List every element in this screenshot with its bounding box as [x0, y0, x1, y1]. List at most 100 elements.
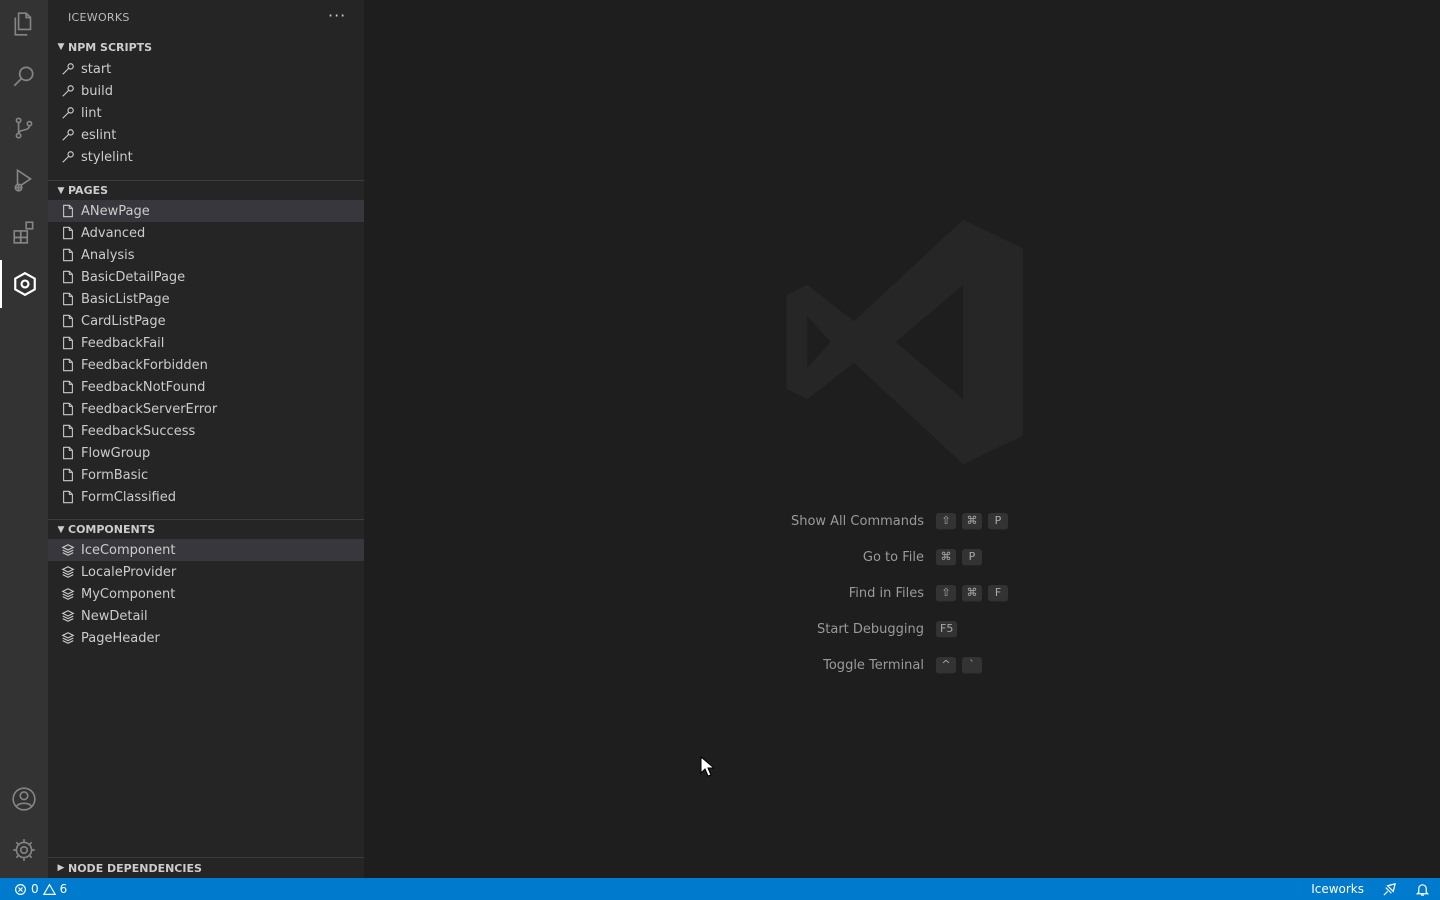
layers-icon [60, 564, 76, 580]
page-item-label: Advanced [81, 225, 146, 241]
wrench-icon [60, 83, 76, 99]
component-item[interactable]: LocaleProvider [48, 561, 364, 583]
shortcut-hint-label: Find in Files [848, 585, 924, 601]
npm-script-item-label: start [81, 61, 112, 77]
feedback-icon[interactable] [1382, 882, 1397, 897]
file-icon [60, 445, 76, 461]
error-count: 0 [31, 882, 39, 896]
mouse-pointer-icon [700, 756, 714, 777]
iceworks-icon[interactable] [0, 260, 48, 308]
page-item[interactable]: FeedbackFail [48, 332, 364, 354]
component-item-label: NewDetail [81, 608, 148, 624]
section-node-dependencies-header[interactable]: ▶ NODE DEPENDENCIES [48, 857, 364, 878]
page-overflow-row [48, 510, 364, 516]
page-item-label: FeedbackSuccess [81, 423, 196, 439]
section-npm-scripts-header[interactable]: ▼ NPM SCRIPTS [48, 37, 364, 57]
npm-script-item[interactable]: build [48, 80, 364, 102]
status-bar: 0 6 Iceworks [0, 878, 1440, 900]
section-pages-label: PAGES [68, 184, 109, 197]
page-item[interactable]: Analysis [48, 244, 364, 266]
file-icon [60, 401, 76, 417]
npm-script-item[interactable]: stylelint [48, 146, 364, 168]
component-item[interactable]: MyComponent [48, 583, 364, 605]
chevron-down-icon: ▼ [57, 185, 65, 196]
component-item[interactable]: NewDetail [48, 605, 364, 627]
layers-icon [60, 586, 76, 602]
account-icon[interactable] [0, 775, 48, 823]
page-item[interactable]: FeedbackNotFound [48, 376, 364, 398]
page-item[interactable]: ANewPage [48, 200, 364, 222]
page-item[interactable]: BasicListPage [48, 288, 364, 310]
vscode-watermark-logo-icon [786, 219, 1023, 465]
page-item[interactable]: Advanced [48, 222, 364, 244]
component-item-label: IceComponent [81, 542, 176, 558]
page-item-label: FeedbackServerError [81, 401, 218, 417]
page-item[interactable]: BasicDetailPage [48, 266, 364, 288]
page-item[interactable]: FeedbackForbidden [48, 354, 364, 376]
page-item[interactable]: FeedbackSuccess [48, 420, 364, 442]
sidebar-title: ICEWORKS [68, 11, 130, 24]
npm-script-item[interactable]: start [48, 58, 364, 80]
section-components-label: COMPONENTS [68, 523, 156, 536]
file-icon [60, 313, 76, 329]
component-item-label: MyComponent [81, 586, 176, 602]
component-item[interactable]: IceComponent [48, 539, 364, 561]
keybinding-key: ^ [936, 656, 956, 674]
file-icon [60, 225, 76, 241]
npm-script-item[interactable]: lint [48, 102, 364, 124]
iceworks-status-item[interactable]: Iceworks [1311, 882, 1364, 896]
shortcut-hint: Go to File ⌘ P [364, 547, 1064, 567]
shortcut-hint-label: Start Debugging [817, 621, 924, 637]
search-icon[interactable] [0, 52, 48, 100]
keybinding-key: ⇧ [936, 512, 956, 530]
section-node-dependencies-label: NODE DEPENDENCIES [68, 861, 202, 875]
run-debug-icon[interactable] [0, 156, 48, 204]
npm-script-item-label: stylelint [81, 149, 133, 165]
shortcut-hint: Start Debugging F5 [364, 619, 1064, 639]
page-item[interactable]: CardListPage [48, 310, 364, 332]
page-item[interactable]: FormClassified [48, 486, 364, 508]
problems-indicator[interactable]: 0 6 [14, 878, 67, 900]
page-item[interactable]: FlowGroup [48, 442, 364, 464]
more-actions-button[interactable]: ··· [328, 6, 346, 25]
section-components-header[interactable]: ▼ COMPONENTS [48, 519, 364, 539]
page-item-label: CardListPage [81, 313, 166, 329]
chevron-down-icon: ▼ [57, 524, 65, 535]
npm-script-item[interactable]: eslint [48, 124, 364, 146]
page-item-label: Analysis [81, 247, 135, 263]
section-npm-scripts-label: NPM SCRIPTS [68, 40, 153, 54]
page-item-label: ANewPage [81, 203, 150, 219]
section-pages-header[interactable]: ▼ PAGES [48, 180, 364, 200]
layers-icon [60, 630, 76, 646]
layers-icon [60, 542, 76, 558]
wrench-icon [60, 61, 76, 77]
file-icon [60, 335, 76, 351]
page-item[interactable]: FormBasic [48, 464, 364, 486]
file-icon [60, 247, 76, 263]
editor-empty-state: Show All Commands ⇧ ⌘ P Go to File ⌘ P Find in … [364, 0, 1440, 878]
extensions-icon[interactable] [0, 208, 48, 256]
page-item-label: BasicDetailPage [81, 269, 186, 285]
notifications-bell-icon[interactable] [1415, 882, 1430, 897]
files-icon[interactable] [0, 0, 48, 48]
source-control-icon[interactable] [0, 104, 48, 152]
wrench-icon [60, 127, 76, 143]
wrench-icon [60, 149, 76, 165]
keybinding-key: ⌘ [936, 548, 956, 566]
file-icon [60, 379, 76, 395]
warning-icon [42, 882, 56, 895]
settings-gear-icon[interactable] [0, 826, 48, 874]
vscode-window: ICEWORKS ··· ▼ NPM SCRIPTS start build lin… [0, 0, 1440, 900]
keybinding-key: ⌘ [962, 512, 982, 530]
component-item[interactable]: PageHeader [48, 627, 364, 649]
page-item[interactable]: FeedbackServerError [48, 398, 364, 420]
keybinding-key: P [988, 512, 1008, 530]
chevron-right-icon: ▶ [57, 863, 65, 873]
shortcut-hint-label: Show All Commands [790, 513, 924, 529]
chevron-down-icon: ▼ [57, 42, 65, 52]
component-item-label: PageHeader [81, 630, 160, 646]
file-icon [60, 357, 76, 373]
file-icon [60, 467, 76, 483]
file-icon [60, 269, 76, 285]
page-item-label: FeedbackNotFound [81, 379, 206, 395]
